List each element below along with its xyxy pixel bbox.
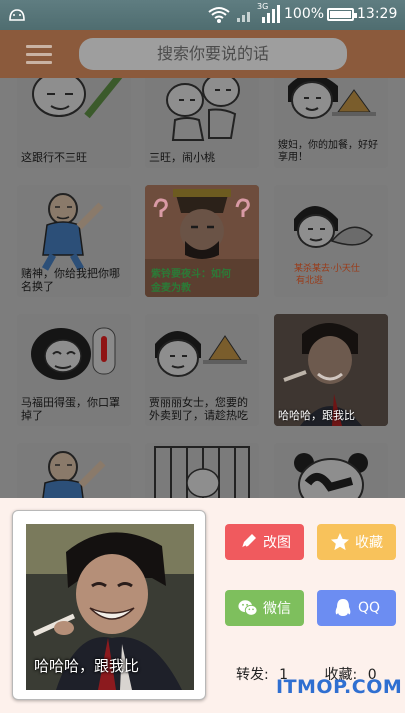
- meme-image: [42, 451, 106, 498]
- wifi-icon: [208, 7, 230, 23]
- edit-image-button[interactable]: 改图: [225, 524, 304, 560]
- meme-card[interactable]: [274, 443, 388, 498]
- meme-image: [294, 453, 368, 498]
- meme-image: 某杀某去·小天仕 有北逃: [294, 206, 373, 286]
- star-icon: [331, 533, 349, 551]
- meme-caption: 这跟行不三旺: [21, 151, 87, 164]
- meme-preview-image: 哈哈哈，跟我比: [26, 524, 194, 690]
- meme-caption: 赌神，你给我把你哪名换了: [21, 267, 120, 293]
- meme-card[interactable]: [17, 443, 131, 498]
- meme-caption: 嫂妇，你的加餐，好好享用！: [278, 140, 378, 163]
- battery-icon: [327, 8, 357, 21]
- edit-image-label: 改图: [263, 535, 291, 551]
- wechat-icon: [238, 600, 258, 616]
- meme-caption: 马福田得蛋，你口罩掉了: [21, 396, 120, 422]
- meme-card[interactable]: 这跟行不三旺: [17, 78, 131, 168]
- clock: 13:29: [357, 6, 398, 22]
- share-qq-button[interactable]: QQ: [317, 590, 396, 626]
- meme-image-text: 紫铃要夜斗：如何: [151, 267, 231, 280]
- meme-card[interactable]: 马福田得蛋，你口罩掉了: [17, 314, 131, 426]
- meme-caption: 贾丽丽女士，您要的外卖到了，请趁热吃: [149, 396, 248, 422]
- share-qq-label: QQ: [357, 600, 381, 616]
- search-input[interactable]: 搜索你要说的话: [79, 38, 347, 70]
- meme-card[interactable]: 嫂妇，你的加餐，好好享用！: [274, 78, 388, 168]
- meme-card[interactable]: 贾丽丽女士，您要的外卖到了，请趁热吃: [145, 314, 259, 426]
- meme-card[interactable]: 紫铃要夜斗：如何 金麦为教: [145, 185, 259, 297]
- app-header: 搜索你要说的话: [0, 30, 405, 78]
- meme-card[interactable]: 某杀某去·小天仕 有北逃: [274, 185, 388, 297]
- forward-label: 转发:: [236, 667, 269, 683]
- menu-icon[interactable]: [26, 45, 52, 65]
- meme-detail-panel: 哈哈哈，跟我比 改图 收藏 微信 QQ 转发: 1 收藏: 0 ITMOP.CO…: [0, 498, 405, 713]
- meme-image-text: 金麦为教: [150, 281, 192, 294]
- meme-image-text: 某杀某去·小天仕: [294, 262, 360, 274]
- meme-preview: 哈哈哈，跟我比: [12, 510, 206, 700]
- meme-image: 紫铃要夜斗：如何 金麦为教: [145, 185, 259, 297]
- meme-grid: 这跟行不三旺 三旺，闹小桃 嫂妇，你的加餐，好好享用！ 赌神，你给我把你哪名换了…: [0, 78, 405, 498]
- meme-caption: 三旺，闹小桃: [149, 151, 215, 164]
- android-icon: [9, 9, 25, 21]
- meme-card[interactable]: [145, 443, 259, 498]
- status-bar: 3G 100% 13:29: [0, 0, 405, 30]
- meme-image-text: 有北逃: [296, 274, 323, 286]
- meme-caption: 哈哈哈，跟我比: [278, 409, 355, 422]
- meme-card[interactable]: 赌神，你给我把你哪名换了: [17, 185, 131, 297]
- qq-penguin-icon: [335, 599, 351, 616]
- meme-card[interactable]: 三旺，闹小桃: [145, 78, 259, 168]
- share-wechat-label: 微信: [263, 601, 291, 617]
- battery-percent: 100%: [284, 6, 325, 22]
- pencil-icon: [241, 534, 256, 549]
- share-wechat-button[interactable]: 微信: [225, 590, 304, 626]
- favorite-label: 收藏: [355, 535, 383, 551]
- favorite-button[interactable]: 收藏: [317, 524, 396, 560]
- watermark: ITMOP.COM: [276, 676, 403, 698]
- signal-strong-icon: [262, 5, 280, 23]
- meme-preview-caption: 哈哈哈，跟我比: [34, 657, 140, 675]
- meme-card[interactable]: 哈哈哈，跟我比: [274, 314, 388, 426]
- meme-image: [154, 446, 250, 498]
- signal-weak-icon: [237, 12, 250, 22]
